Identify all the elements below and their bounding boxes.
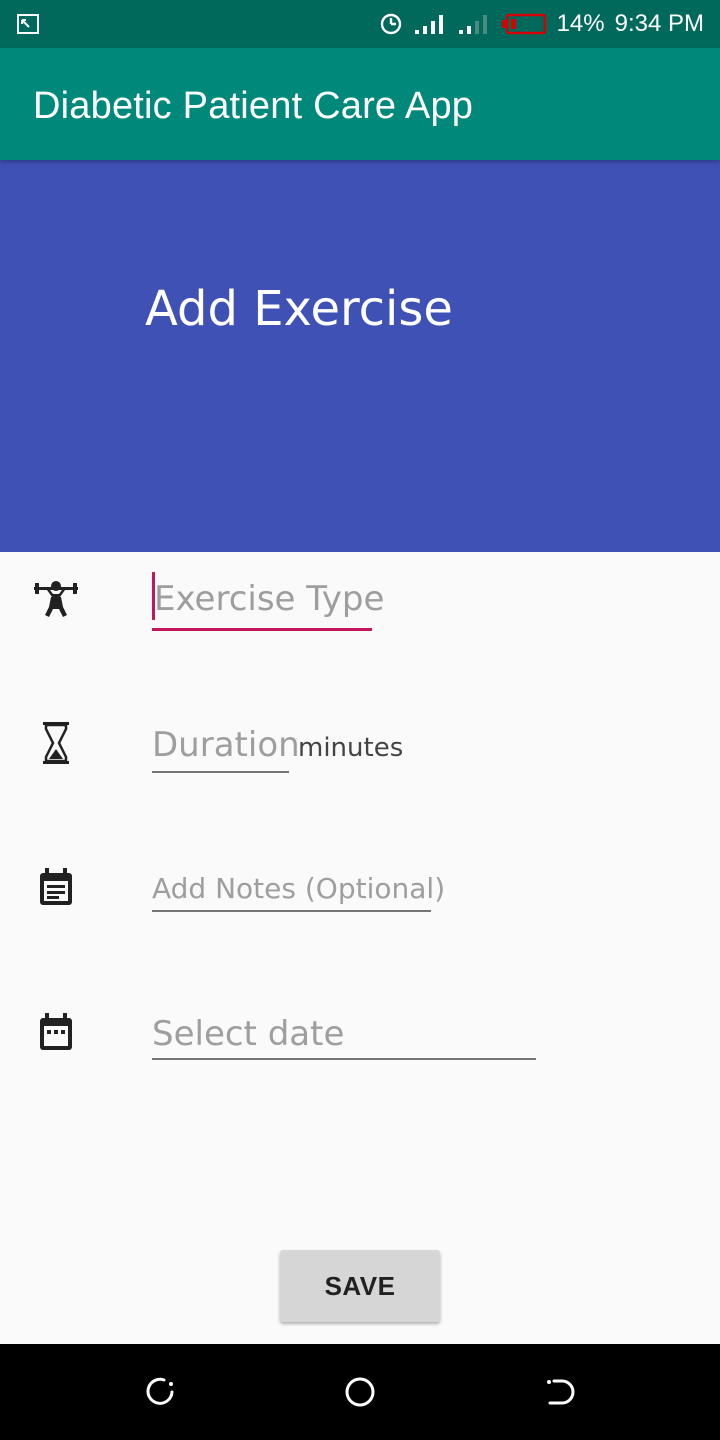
app-bar: Diabetic Patient Care App <box>0 48 720 160</box>
exercise-type-placeholder: Exercise Type <box>154 579 385 619</box>
calendar-icon <box>40 1013 72 1050</box>
notes-placeholder: Add Notes (Optional) <box>152 872 446 905</box>
weightlifter-icon <box>34 581 78 617</box>
status-bar: 14% 9:34 PM <box>0 0 720 48</box>
duration-unit-label: minutes <box>298 733 404 763</box>
back-icon[interactable] <box>542 1374 578 1410</box>
signal-sim2-icon <box>458 15 487 34</box>
battery-percent: 14% <box>556 10 605 37</box>
recents-icon[interactable] <box>142 1374 178 1410</box>
notes-input[interactable]: Add Notes (Optional) <box>152 868 445 912</box>
hourglass-icon <box>43 722 69 764</box>
data-saver-icon <box>380 13 401 35</box>
duration-row: Duration minutes <box>0 715 720 785</box>
home-icon[interactable] <box>342 1374 378 1410</box>
save-button[interactable]: SAVE <box>280 1250 440 1322</box>
date-input[interactable]: Select date <box>152 1010 536 1060</box>
duration-placeholder: Duration <box>152 725 300 765</box>
app-title: Diabetic Patient Care App <box>33 85 474 127</box>
screen-cast-icon <box>17 14 39 34</box>
exercise-type-input[interactable]: Exercise Type <box>152 572 384 631</box>
notes-calendar-icon <box>40 868 72 905</box>
battery-low-icon <box>501 13 546 35</box>
clock: 9:34 PM <box>614 10 704 37</box>
nav-bar <box>0 1344 720 1440</box>
duration-input[interactable]: Duration <box>152 723 300 773</box>
page-title: Add Exercise <box>145 281 453 337</box>
notes-row: Add Notes (Optional) <box>0 860 720 920</box>
date-row: Select date <box>0 1005 720 1065</box>
date-placeholder: Select date <box>152 1014 345 1054</box>
exercise-type-row: Exercise Type <box>0 570 720 640</box>
header-banner: Add Exercise <box>0 160 720 552</box>
signal-sim1-icon <box>414 15 443 34</box>
